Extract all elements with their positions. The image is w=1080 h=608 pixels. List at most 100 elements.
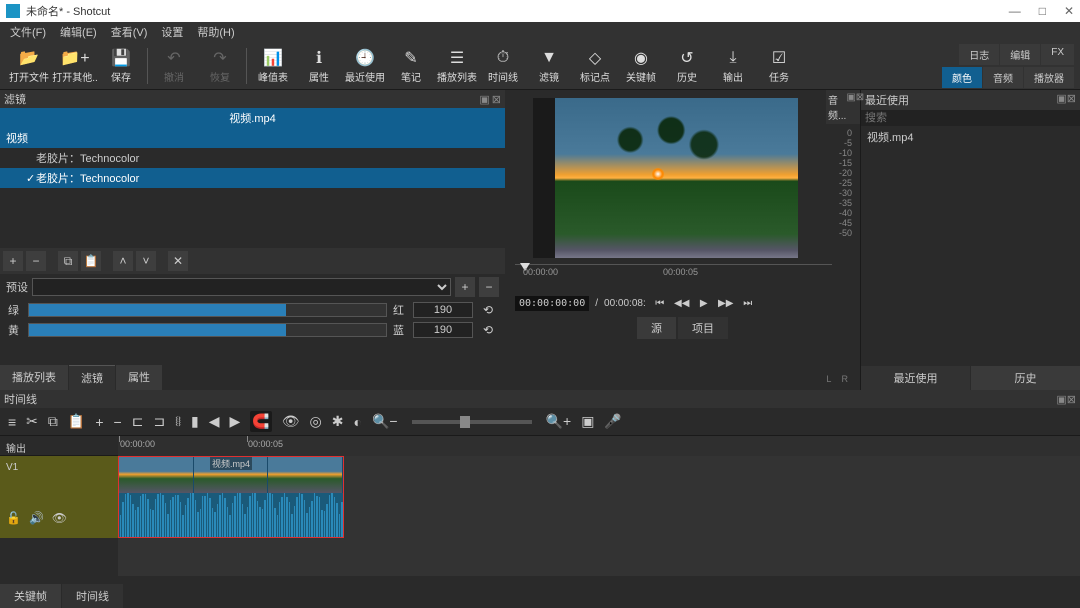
zoom-in-button[interactable]: 🔍+ bbox=[546, 413, 572, 430]
ripple-markers-button[interactable]: ◐ bbox=[354, 414, 362, 430]
toolbar-峰值表[interactable]: 📊峰值表 bbox=[250, 44, 296, 88]
toolbar-输出[interactable]: ⤓输出 bbox=[710, 44, 756, 88]
filter-item[interactable]: 老胶片：Technocolor bbox=[0, 148, 505, 168]
video-preview[interactable] bbox=[533, 98, 798, 258]
scrub-audio-button[interactable]: 👁 bbox=[282, 413, 300, 430]
lift-button[interactable]: ⊏ bbox=[132, 413, 144, 430]
prev-marker-button[interactable]: ◀ bbox=[209, 413, 220, 430]
tl-menu-button[interactable]: ≡ bbox=[8, 414, 16, 430]
menu-item[interactable]: 查看(V) bbox=[105, 22, 154, 42]
timeline-canvas[interactable]: 00:00:00 00:00:05 视频.mp4 bbox=[118, 436, 1080, 576]
toolbar-最近使用[interactable]: 🕘最近使用 bbox=[342, 44, 388, 88]
toolbar-打开其他..[interactable]: 📁+打开其他.. bbox=[52, 44, 98, 88]
source-tab-项目[interactable]: 项目 bbox=[678, 317, 728, 339]
toolbar-时间线[interactable]: ⏱时间线 bbox=[480, 44, 526, 88]
menu-item[interactable]: 帮助(H) bbox=[191, 22, 240, 42]
mode-tab-编辑[interactable]: 编辑 bbox=[1000, 44, 1040, 65]
mode-tab-日志[interactable]: 日志 bbox=[959, 44, 999, 65]
disable-filter-button[interactable]: ✕ bbox=[168, 251, 188, 271]
copy-button[interactable]: ⧉ bbox=[48, 413, 58, 430]
preset-remove-button[interactable]: − bbox=[479, 277, 499, 297]
undock-icon[interactable]: ▣ bbox=[479, 93, 489, 106]
append-button[interactable]: + bbox=[95, 414, 103, 430]
bottom-tab-时间线[interactable]: 时间线 bbox=[62, 584, 123, 608]
track-header[interactable]: V1 🔓 🔊 👁 bbox=[0, 456, 118, 538]
filter-item[interactable]: ✓老胶片：Technocolor bbox=[0, 168, 505, 188]
marker-button[interactable]: ▮ bbox=[191, 413, 199, 430]
next-marker-button[interactable]: ▶ bbox=[230, 413, 241, 430]
move-down-button[interactable]: ˅ bbox=[136, 251, 156, 271]
subtab-播放列表[interactable]: 播放列表 bbox=[0, 365, 68, 390]
move-up-button[interactable]: ˄ bbox=[113, 251, 133, 271]
recent-tab-历史[interactable]: 历史 bbox=[971, 366, 1080, 390]
mute-track-icon[interactable]: 🔊 bbox=[29, 511, 44, 525]
remove-button[interactable]: − bbox=[114, 414, 122, 430]
slider-黄[interactable] bbox=[28, 323, 387, 337]
recent-search-input[interactable] bbox=[861, 110, 1080, 126]
toolbar-滤镜[interactable]: ▼滤镜 bbox=[526, 44, 572, 88]
recent-item[interactable]: 视频.mp4 bbox=[861, 126, 1080, 148]
rewind-button[interactable]: ◀◀ bbox=[674, 298, 690, 309]
mode-tab-播放器[interactable]: 播放器 bbox=[1024, 67, 1074, 88]
preset-add-button[interactable]: + bbox=[455, 277, 475, 297]
toolbar-保存[interactable]: 💾保存 bbox=[98, 44, 144, 88]
menu-item[interactable]: 设置 bbox=[155, 22, 189, 42]
play-button[interactable]: ▶ bbox=[696, 298, 712, 309]
maximize-button[interactable]: □ bbox=[1039, 4, 1046, 18]
zoom-fit-button[interactable]: ▣ bbox=[581, 413, 594, 430]
toolbar-任务[interactable]: ☑任务 bbox=[756, 44, 802, 88]
toolbar-历史[interactable]: ↺历史 bbox=[664, 44, 710, 88]
snap-button[interactable]: 🧲 bbox=[250, 411, 271, 432]
slider-绿[interactable] bbox=[28, 303, 387, 317]
overwrite-button[interactable]: ⊐ bbox=[153, 413, 165, 430]
timeline-close-icon[interactable]: ⊠ bbox=[1067, 394, 1076, 406]
lock-track-icon[interactable]: 🔓 bbox=[6, 511, 21, 525]
slider-value-黄[interactable] bbox=[413, 322, 473, 338]
forward-button[interactable]: ▶▶ bbox=[718, 298, 734, 309]
hide-track-icon[interactable]: 👁 bbox=[52, 511, 67, 525]
recent-dock-icon[interactable]: ▣⊠ bbox=[1056, 92, 1076, 108]
copy-filter-button[interactable]: ⧉ bbox=[58, 251, 78, 271]
toolbar-笔记[interactable]: ✎笔记 bbox=[388, 44, 434, 88]
source-tab-源[interactable]: 源 bbox=[637, 317, 676, 339]
paste-button[interactable]: 📋 bbox=[68, 413, 85, 430]
close-button[interactable]: ✕ bbox=[1064, 4, 1074, 18]
scrub-bar[interactable]: 00:00:00 00:00:05 bbox=[515, 264, 832, 292]
remove-filter-button[interactable]: − bbox=[26, 251, 46, 271]
mode-tab-音频[interactable]: 音频 bbox=[983, 67, 1023, 88]
add-filter-button[interactable]: + bbox=[3, 251, 23, 271]
toolbar-撤消[interactable]: ↶撤消 bbox=[151, 44, 197, 88]
subtab-滤镜[interactable]: 滤镜 bbox=[69, 365, 115, 390]
slider-reset-黄[interactable]: ⟲ bbox=[479, 323, 497, 337]
current-time[interactable]: 00:00:00:00 bbox=[515, 296, 589, 311]
toolbar-播放列表[interactable]: ☰播放列表 bbox=[434, 44, 480, 88]
zoom-slider[interactable] bbox=[412, 420, 532, 424]
subtab-属性[interactable]: 属性 bbox=[116, 365, 162, 390]
preset-select[interactable] bbox=[32, 278, 451, 296]
toolbar-关键帧[interactable]: ◉关键帧 bbox=[618, 44, 664, 88]
timeline-dock-icon[interactable]: ▣ bbox=[1056, 394, 1066, 406]
timeline-clip[interactable]: 视频.mp4 bbox=[118, 456, 344, 538]
toolbar-恢复[interactable]: ↷恢复 bbox=[197, 44, 243, 88]
skip-start-button[interactable]: ⏮ bbox=[652, 298, 668, 309]
record-button[interactable]: 🎤 bbox=[604, 413, 621, 430]
timeline-ruler[interactable]: 00:00:00 00:00:05 bbox=[118, 436, 1080, 456]
mode-tab-FX[interactable]: FX bbox=[1041, 44, 1074, 65]
menu-item[interactable]: 编辑(E) bbox=[54, 22, 103, 42]
minimize-button[interactable]: — bbox=[1009, 4, 1021, 18]
close-panel-icon[interactable]: ⊠ bbox=[492, 93, 501, 106]
menu-item[interactable]: 文件(F) bbox=[4, 22, 52, 42]
audio-dock-icon[interactable]: ▣⊠ bbox=[846, 92, 864, 122]
paste-filter-button[interactable]: 📋 bbox=[81, 251, 101, 271]
toolbar-标记点[interactable]: ◇标记点 bbox=[572, 44, 618, 88]
split-button[interactable]: ⧙⧘ bbox=[175, 413, 181, 430]
slider-value-绿[interactable] bbox=[413, 302, 473, 318]
toolbar-打开文件[interactable]: 📂打开文件 bbox=[6, 44, 52, 88]
zoom-out-button[interactable]: 🔍− bbox=[372, 413, 398, 430]
mode-tab-颜色[interactable]: 颜色 bbox=[942, 67, 982, 88]
ripple-button[interactable]: ◎ bbox=[310, 413, 322, 430]
bottom-tab-关键帧[interactable]: 关键帧 bbox=[0, 584, 61, 608]
recent-tab-最近使用[interactable]: 最近使用 bbox=[861, 366, 970, 390]
filter-category[interactable]: 视频 bbox=[0, 128, 505, 148]
cut-button[interactable]: ✂ bbox=[26, 413, 38, 430]
